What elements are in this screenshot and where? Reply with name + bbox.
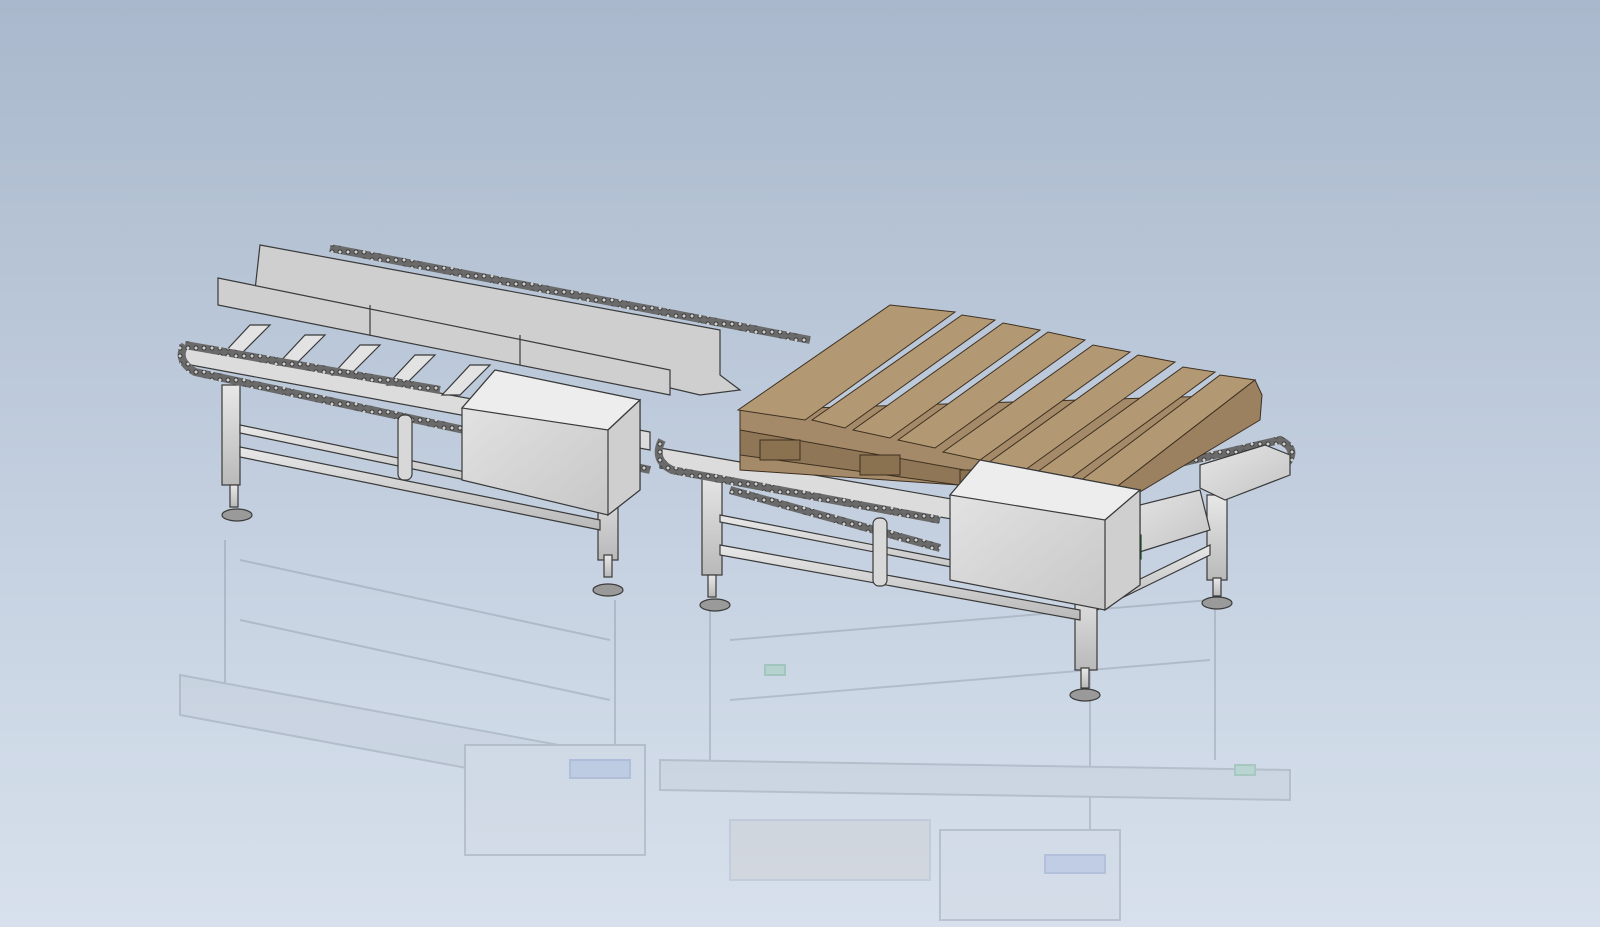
cad-viewport[interactable] xyxy=(0,0,1600,927)
left-chain-tensioner xyxy=(397,414,413,481)
right-conveyor-feet xyxy=(699,596,1233,702)
left-drive-guard[interactable] xyxy=(460,369,642,517)
right-chain-tensioner xyxy=(872,517,888,587)
conveyor-assembly-scene[interactable] xyxy=(0,0,1600,927)
